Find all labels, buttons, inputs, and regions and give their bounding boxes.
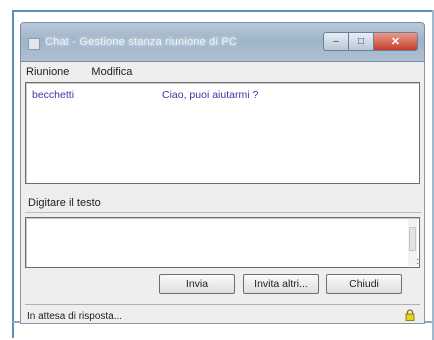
window-title: Chat - Gestione stanza riunione di PC: [45, 36, 238, 48]
chat-message: becchetti Ciao, puoi aiutarmi ?: [32, 89, 412, 103]
maximize-icon: □: [357, 36, 365, 47]
input-scrollbar-thumb[interactable]: [409, 227, 416, 251]
chat-transcript[interactable]: becchetti Ciao, puoi aiutarmi ?: [25, 82, 420, 184]
minimize-icon: –: [333, 36, 339, 47]
message-text: Ciao, puoi aiutarmi ?: [162, 89, 259, 101]
send-button[interactable]: Invia: [159, 274, 235, 294]
close-icon: ✕: [390, 36, 401, 48]
close-window-button[interactable]: ✕: [373, 32, 418, 51]
invite-button[interactable]: Invita altri...: [243, 274, 319, 294]
message-input[interactable]: [25, 217, 420, 268]
menu-bar: Riunione Modifica: [23, 66, 135, 82]
app-icon[interactable]: [28, 38, 40, 50]
chat-window: Chat - Gestione stanza riunione di PC – …: [20, 22, 425, 324]
menu-modifica[interactable]: Modifica: [88, 66, 135, 82]
close-button[interactable]: Chiudi: [326, 274, 402, 294]
minimize-button[interactable]: –: [323, 32, 349, 51]
lock-icon: [405, 309, 415, 321]
status-text: In attesa di risposta...: [27, 311, 123, 322]
input-label: Digitare il testo: [28, 197, 101, 209]
title-bar[interactable]: Chat - Gestione stanza riunione di PC – …: [20, 22, 425, 62]
maximize-button[interactable]: □: [348, 32, 374, 51]
message-sender: becchetti: [32, 89, 75, 101]
menu-riunione[interactable]: Riunione: [23, 66, 72, 82]
label-divider: [25, 212, 421, 213]
